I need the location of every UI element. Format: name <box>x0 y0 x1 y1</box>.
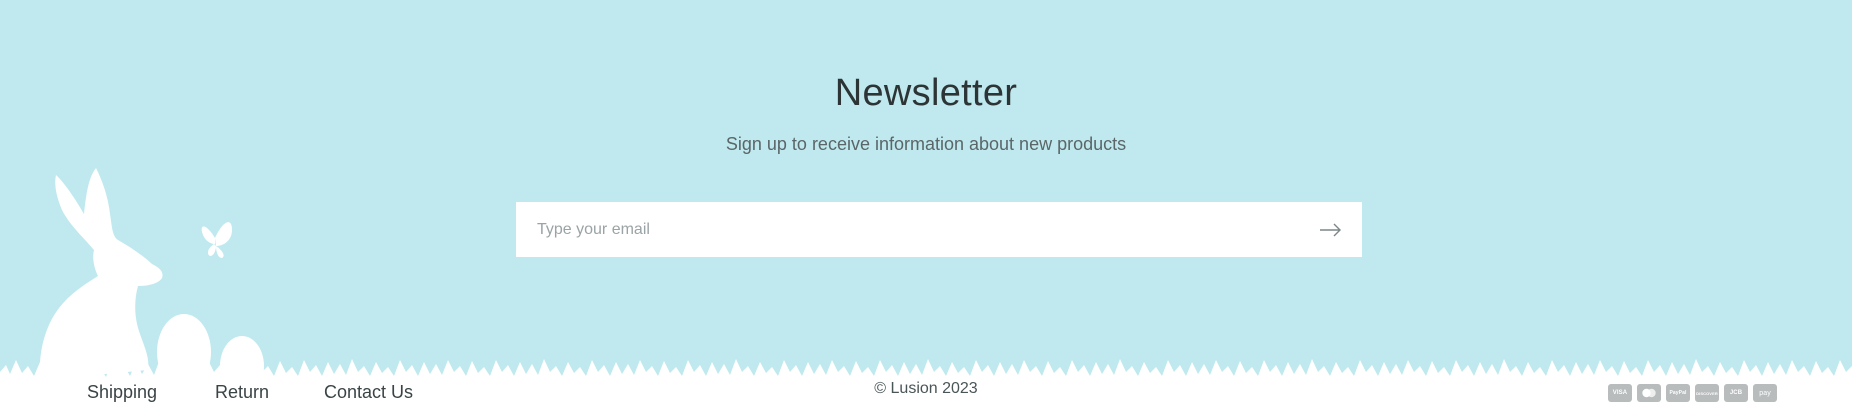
arrow-right-icon <box>1320 223 1341 237</box>
newsletter-form <box>516 202 1362 257</box>
copyright-text: © Lusion 2023 <box>874 380 978 397</box>
email-input[interactable] <box>535 208 1299 251</box>
mastercard-icon <box>1637 384 1661 402</box>
newsletter-subtitle: Sign up to receive information about new… <box>725 134 1127 154</box>
newsletter-section: Newsletter Sign up to receive informatio… <box>0 0 1852 300</box>
paypal-icon: PayPal <box>1666 384 1690 402</box>
visa-icon: VISA <box>1608 384 1632 402</box>
footer: Shipping Return Contact Us © Lusion 2023… <box>0 370 1852 419</box>
discover-icon: DISCOVER <box>1695 384 1719 402</box>
payment-icons: VISA PayPal DISCOVER JCB pay <box>1608 384 1777 402</box>
submit-button[interactable] <box>1316 215 1346 245</box>
amazon-pay-icon: pay <box>1753 384 1777 402</box>
jcb-icon: JCB <box>1724 384 1748 402</box>
newsletter-title: Newsletter <box>834 72 1018 114</box>
